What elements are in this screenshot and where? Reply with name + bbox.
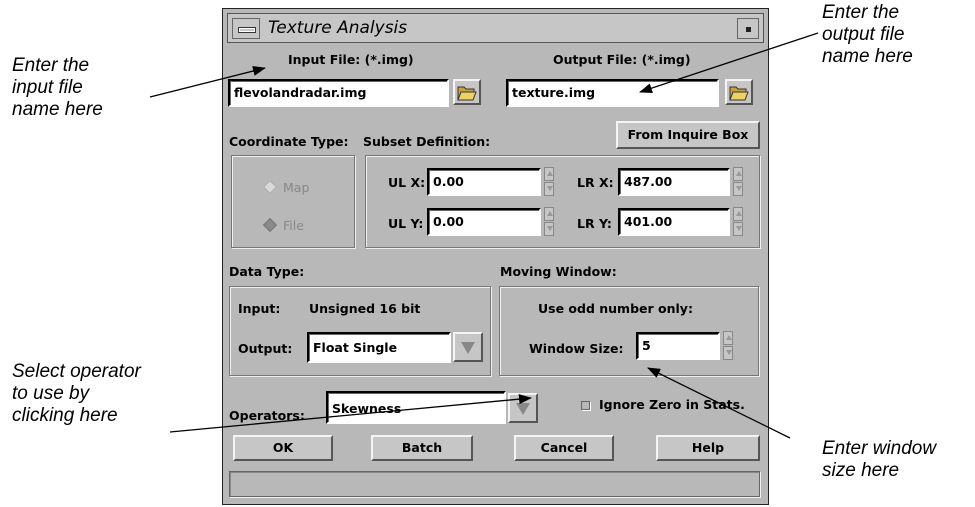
output-callout-arrow: [639, 32, 819, 93]
input-callout-arrow: [149, 66, 266, 98]
callout-arrows: [149, 32, 819, 439]
operator-callout-arrow: [169, 394, 532, 433]
window-callout-arrow: [647, 367, 791, 439]
